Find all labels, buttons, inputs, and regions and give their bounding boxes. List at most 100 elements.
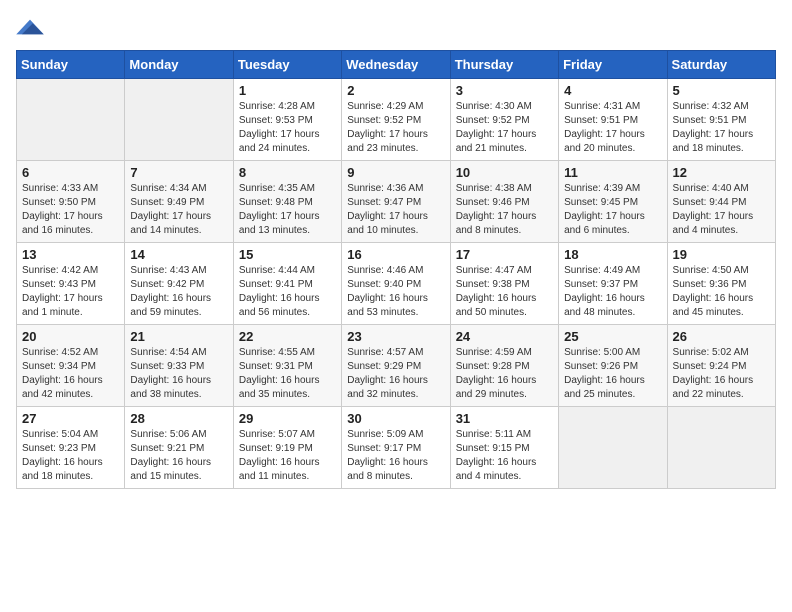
logo — [16, 16, 48, 38]
day-number: 8 — [239, 165, 336, 180]
weekday-header-row: SundayMondayTuesdayWednesdayThursdayFrid… — [17, 51, 776, 79]
day-number: 11 — [564, 165, 661, 180]
day-info: Sunrise: 4:28 AM Sunset: 9:53 PM Dayligh… — [239, 100, 336, 156]
calendar-cell: 29 Sunrise: 5:07 AM Sunset: 9:19 PM Dayli… — [233, 407, 341, 489]
day-info: Sunrise: 4:59 AM Sunset: 9:28 PM Dayligh… — [456, 346, 553, 402]
weekday-wednesday: Wednesday — [342, 51, 450, 79]
day-info: Sunrise: 4:52 AM Sunset: 9:34 PM Dayligh… — [22, 346, 119, 402]
day-number: 7 — [130, 165, 227, 180]
day-number: 4 — [564, 83, 661, 98]
day-info: Sunrise: 4:39 AM Sunset: 9:45 PM Dayligh… — [564, 182, 661, 238]
day-info: Sunrise: 5:04 AM Sunset: 9:23 PM Dayligh… — [22, 428, 119, 484]
day-info: Sunrise: 5:07 AM Sunset: 9:19 PM Dayligh… — [239, 428, 336, 484]
day-info: Sunrise: 4:42 AM Sunset: 9:43 PM Dayligh… — [22, 264, 119, 320]
calendar-cell: 7 Sunrise: 4:34 AM Sunset: 9:49 PM Daylig… — [125, 161, 233, 243]
day-number: 20 — [22, 329, 119, 344]
day-info: Sunrise: 4:47 AM Sunset: 9:38 PM Dayligh… — [456, 264, 553, 320]
day-number: 9 — [347, 165, 444, 180]
weekday-monday: Monday — [125, 51, 233, 79]
week-row-4: 20 Sunrise: 4:52 AM Sunset: 9:34 PM Dayli… — [17, 325, 776, 407]
calendar-cell: 12 Sunrise: 4:40 AM Sunset: 9:44 PM Dayli… — [667, 161, 775, 243]
day-number: 10 — [456, 165, 553, 180]
day-number: 25 — [564, 329, 661, 344]
day-info: Sunrise: 4:46 AM Sunset: 9:40 PM Dayligh… — [347, 264, 444, 320]
calendar-cell: 26Sunrise: 5:02 AM Sunset: 9:24 PM Dayli… — [667, 325, 775, 407]
day-number: 1 — [239, 83, 336, 98]
calendar-cell: 15 Sunrise: 4:44 AM Sunset: 9:41 PM Dayli… — [233, 243, 341, 325]
calendar-cell: 30 Sunrise: 5:09 AM Sunset: 9:17 PM Dayli… — [342, 407, 450, 489]
day-number: 27 — [22, 411, 119, 426]
calendar-cell: 18Sunrise: 4:49 AM Sunset: 9:37 PM Dayli… — [559, 243, 667, 325]
day-number: 21 — [130, 329, 227, 344]
day-info: Sunrise: 4:36 AM Sunset: 9:47 PM Dayligh… — [347, 182, 444, 238]
day-info: Sunrise: 4:50 AM Sunset: 9:36 PM Dayligh… — [673, 264, 770, 320]
day-number: 28 — [130, 411, 227, 426]
weekday-saturday: Saturday — [667, 51, 775, 79]
day-number: 3 — [456, 83, 553, 98]
day-info: Sunrise: 4:29 AM Sunset: 9:52 PM Dayligh… — [347, 100, 444, 156]
day-number: 22 — [239, 329, 336, 344]
day-number: 13 — [22, 247, 119, 262]
day-info: Sunrise: 5:09 AM Sunset: 9:17 PM Dayligh… — [347, 428, 444, 484]
page-header — [16, 16, 776, 38]
week-row-3: 13 Sunrise: 4:42 AM Sunset: 9:43 PM Dayli… — [17, 243, 776, 325]
day-info: Sunrise: 4:49 AM Sunset: 9:37 PM Dayligh… — [564, 264, 661, 320]
day-number: 29 — [239, 411, 336, 426]
calendar-cell: 9 Sunrise: 4:36 AM Sunset: 9:47 PM Daylig… — [342, 161, 450, 243]
day-info: Sunrise: 4:30 AM Sunset: 9:52 PM Dayligh… — [456, 100, 553, 156]
day-number: 19 — [673, 247, 770, 262]
calendar-cell: 1 Sunrise: 4:28 AM Sunset: 9:53 PM Daylig… — [233, 79, 341, 161]
day-number: 30 — [347, 411, 444, 426]
day-info: Sunrise: 4:34 AM Sunset: 9:49 PM Dayligh… — [130, 182, 227, 238]
day-number: 12 — [673, 165, 770, 180]
calendar-cell: 14 Sunrise: 4:43 AM Sunset: 9:42 PM Dayli… — [125, 243, 233, 325]
day-info: Sunrise: 4:40 AM Sunset: 9:44 PM Dayligh… — [673, 182, 770, 238]
calendar-cell: 10 Sunrise: 4:38 AM Sunset: 9:46 PM Dayli… — [450, 161, 558, 243]
calendar-cell — [667, 407, 775, 489]
calendar-cell — [17, 79, 125, 161]
day-number: 6 — [22, 165, 119, 180]
day-number: 15 — [239, 247, 336, 262]
weekday-sunday: Sunday — [17, 51, 125, 79]
calendar-cell: 4Sunrise: 4:31 AM Sunset: 9:51 PM Daylig… — [559, 79, 667, 161]
calendar-cell: 25 Sunrise: 5:00 AM Sunset: 9:26 PM Dayli… — [559, 325, 667, 407]
calendar-cell: 22 Sunrise: 4:55 AM Sunset: 9:31 PM Dayli… — [233, 325, 341, 407]
day-number: 2 — [347, 83, 444, 98]
calendar-cell: 8 Sunrise: 4:35 AM Sunset: 9:48 PM Daylig… — [233, 161, 341, 243]
day-number: 26 — [673, 329, 770, 344]
calendar-cell: 24 Sunrise: 4:59 AM Sunset: 9:28 PM Dayli… — [450, 325, 558, 407]
calendar-cell: 23Sunrise: 4:57 AM Sunset: 9:29 PM Dayli… — [342, 325, 450, 407]
weekday-tuesday: Tuesday — [233, 51, 341, 79]
day-number: 14 — [130, 247, 227, 262]
day-number: 31 — [456, 411, 553, 426]
day-info: Sunrise: 5:00 AM Sunset: 9:26 PM Dayligh… — [564, 346, 661, 402]
day-info: Sunrise: 5:11 AM Sunset: 9:15 PM Dayligh… — [456, 428, 553, 484]
calendar-cell: 13 Sunrise: 4:42 AM Sunset: 9:43 PM Dayli… — [17, 243, 125, 325]
calendar-cell: 2 Sunrise: 4:29 AM Sunset: 9:52 PM Daylig… — [342, 79, 450, 161]
logo-icon — [16, 16, 44, 38]
day-info: Sunrise: 4:55 AM Sunset: 9:31 PM Dayligh… — [239, 346, 336, 402]
day-info: Sunrise: 4:57 AM Sunset: 9:29 PM Dayligh… — [347, 346, 444, 402]
calendar-cell: 20 Sunrise: 4:52 AM Sunset: 9:34 PM Dayli… — [17, 325, 125, 407]
week-row-5: 27 Sunrise: 5:04 AM Sunset: 9:23 PM Dayli… — [17, 407, 776, 489]
day-info: Sunrise: 4:43 AM Sunset: 9:42 PM Dayligh… — [130, 264, 227, 320]
calendar-cell: 19 Sunrise: 4:50 AM Sunset: 9:36 PM Dayli… — [667, 243, 775, 325]
calendar-cell: 11 Sunrise: 4:39 AM Sunset: 9:45 PM Dayli… — [559, 161, 667, 243]
weekday-friday: Friday — [559, 51, 667, 79]
calendar-cell: 17Sunrise: 4:47 AM Sunset: 9:38 PM Dayli… — [450, 243, 558, 325]
calendar-cell: 6 Sunrise: 4:33 AM Sunset: 9:50 PM Daylig… — [17, 161, 125, 243]
calendar-cell: 28 Sunrise: 5:06 AM Sunset: 9:21 PM Dayli… — [125, 407, 233, 489]
calendar-table: SundayMondayTuesdayWednesdayThursdayFrid… — [16, 50, 776, 489]
calendar-cell — [559, 407, 667, 489]
calendar-cell: 3 Sunrise: 4:30 AM Sunset: 9:52 PM Daylig… — [450, 79, 558, 161]
day-info: Sunrise: 4:38 AM Sunset: 9:46 PM Dayligh… — [456, 182, 553, 238]
day-number: 16 — [347, 247, 444, 262]
calendar-cell — [125, 79, 233, 161]
day-info: Sunrise: 4:35 AM Sunset: 9:48 PM Dayligh… — [239, 182, 336, 238]
day-info: Sunrise: 4:44 AM Sunset: 9:41 PM Dayligh… — [239, 264, 336, 320]
calendar-cell: 16 Sunrise: 4:46 AM Sunset: 9:40 PM Dayli… — [342, 243, 450, 325]
day-number: 24 — [456, 329, 553, 344]
calendar-cell: 31 Sunrise: 5:11 AM Sunset: 9:15 PM Dayli… — [450, 407, 558, 489]
day-info: Sunrise: 5:06 AM Sunset: 9:21 PM Dayligh… — [130, 428, 227, 484]
day-info: Sunrise: 4:33 AM Sunset: 9:50 PM Dayligh… — [22, 182, 119, 238]
